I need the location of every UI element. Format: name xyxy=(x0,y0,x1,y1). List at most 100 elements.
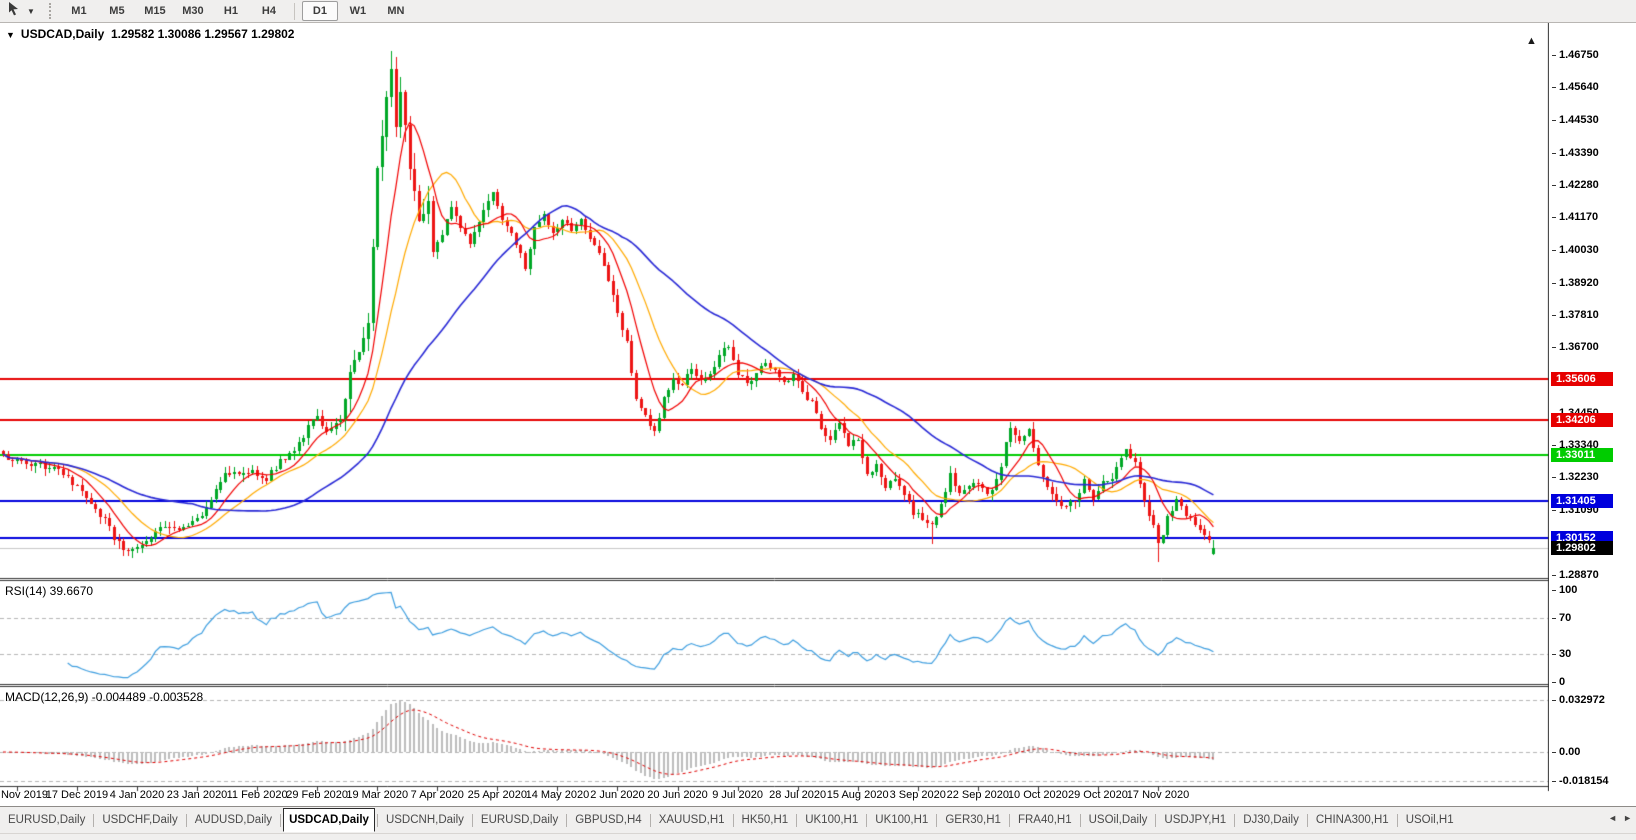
timeframe-button-w1[interactable]: W1 xyxy=(340,1,376,21)
tab-separator xyxy=(471,813,473,827)
macd-tick-label: 0.00 xyxy=(1552,746,1580,758)
price-tick-label: 1.32230 xyxy=(1552,471,1599,483)
date-tick-label: 17 Dec 2019 xyxy=(45,789,109,801)
chart-tab-eurusd-daily[interactable]: EURUSD,Daily xyxy=(475,808,564,832)
chart-tab-usoil-daily[interactable]: USOil,Daily xyxy=(1083,808,1154,832)
rsi-tick-label: 70 xyxy=(1552,612,1571,624)
timeframe-button-m5[interactable]: M5 xyxy=(99,1,135,21)
trading-app-window: ▼ M1 M5 M15 M30 H1 H4 D1 W1 MN ▼ USDCAD,Daily 1.2… xyxy=(0,0,1636,840)
date-tick-label: 3 Sep 2020 xyxy=(889,789,946,801)
price-level-badge: 1.34206 xyxy=(1551,412,1613,427)
price-tick-label: 1.38920 xyxy=(1552,277,1599,289)
rsi-indicator-label: RSI(14) 39.6670 xyxy=(5,584,94,598)
tab-separator xyxy=(936,813,938,827)
date-tick-label: 29 Oct 2020 xyxy=(1067,789,1128,801)
price-tick-label: 1.46750 xyxy=(1552,49,1599,61)
chart-tab-hk50-h1[interactable]: HK50,H1 xyxy=(736,808,795,832)
chart-tab-ger30-h1[interactable]: GER30,H1 xyxy=(939,808,1007,832)
chart-cursor-icon xyxy=(7,1,20,21)
date-tick-label: 29 Feb 2020 xyxy=(286,789,349,801)
chart-tab-audusd-daily[interactable]: AUDUSD,Daily xyxy=(189,808,278,832)
macd-indicator-label: MACD(12,26,9) -0.004489 -0.003528 xyxy=(5,690,204,704)
timeframe-group: M1 M5 M15 M30 H1 H4 D1 W1 MN xyxy=(60,1,415,21)
price-tick-label: 1.28870 xyxy=(1552,569,1599,581)
date-tick-label: 9 Jul 2020 xyxy=(712,789,763,801)
timeframe-button-m30[interactable]: M30 xyxy=(175,1,211,21)
price-level-badge: 1.31405 xyxy=(1551,494,1613,509)
date-tick-label: 2 Jun 2020 xyxy=(590,789,645,801)
tab-separator xyxy=(732,813,734,827)
timeframe-toolbar: ▼ M1 M5 M15 M30 H1 H4 D1 W1 MN xyxy=(0,0,1636,23)
macd-tick-label: 0.032972 xyxy=(1552,694,1605,706)
date-tick-label: 7 Apr 2020 xyxy=(410,789,464,801)
chart-symbol-label: USDCAD,Daily xyxy=(20,27,105,41)
price-level-badge: 1.35606 xyxy=(1551,372,1613,387)
date-tick-label: 20 Jun 2020 xyxy=(647,789,708,801)
date-tick-label: 15 Aug 2020 xyxy=(826,789,889,801)
date-tick-label: 25 Apr 2020 xyxy=(467,789,527,801)
tab-separator xyxy=(1306,813,1308,827)
date-tick-label: 19 Mar 2020 xyxy=(346,789,409,801)
chart-tab-uk100-h1[interactable]: UK100,H1 xyxy=(799,808,864,832)
date-tick-label: 11 Feb 2020 xyxy=(226,789,288,801)
chart-tab-fra40-h1[interactable]: FRA40,H1 xyxy=(1012,808,1078,832)
tab-separator xyxy=(649,813,651,827)
price-level-badge: 1.33011 xyxy=(1551,447,1613,462)
chart-tab-gbpusd-h4[interactable]: GBPUSD,H4 xyxy=(569,808,647,832)
date-tick-label: 28 Jul 2020 xyxy=(769,789,827,801)
tab-separator xyxy=(1396,813,1398,827)
price-axis: 1.46750 1.45640 1.44530 1.43390 1.42280 1.411… xyxy=(1549,23,1636,806)
chart-ohlc-values: 1.29582 1.30086 1.29567 1.29802 xyxy=(110,27,295,41)
chart-tab-xauusd-h1[interactable]: XAUUSD,H1 xyxy=(653,808,731,832)
timeframe-button-h1[interactable]: H1 xyxy=(213,1,249,21)
tab-separator xyxy=(93,813,95,827)
chart-tab-dj30-daily[interactable]: DJ30,Daily xyxy=(1237,808,1305,832)
tab-separator xyxy=(280,813,282,827)
chart-tab-usdcnh-daily[interactable]: USDCNH,Daily xyxy=(380,808,470,832)
price-tick-label: 1.37810 xyxy=(1552,309,1599,321)
collapse-chart-icon[interactable]: ▼ xyxy=(6,30,15,40)
price-tick-label: 1.40030 xyxy=(1552,244,1599,256)
tab-separator xyxy=(1008,813,1010,827)
timeframe-button-d1[interactable]: D1 xyxy=(301,1,338,21)
price-tick-label: 1.36700 xyxy=(1552,341,1599,353)
price-tick-label: 1.41170 xyxy=(1552,211,1598,223)
chart-tabs: EURUSD,Daily USDCHF,Daily AUDUSD,Daily USDC… xyxy=(2,808,1598,832)
chart-window: ▼ USDCAD,Daily 1.29582 1.30086 1.29567 1.… xyxy=(0,23,1636,806)
cursor-tool-caret-icon[interactable]: ▼ xyxy=(23,5,39,18)
date-tick-label: 23 Jan 2020 xyxy=(166,789,228,801)
date-tick-label: 14 May 2020 xyxy=(525,789,590,801)
tab-scroll-right-icon[interactable]: ► xyxy=(1623,813,1632,823)
rsi-tick-label: 30 xyxy=(1552,648,1571,660)
chart-tab-usdjpy-h1[interactable]: USDJPY,H1 xyxy=(1158,808,1232,832)
chart-tab-eurusd-daily[interactable]: EURUSD,Daily xyxy=(2,808,91,832)
chart-tab-china300-h1[interactable]: CHINA300,H1 xyxy=(1310,808,1395,832)
price-level-badge: 1.29802 xyxy=(1551,540,1613,555)
timeframe-button-mn[interactable]: MN xyxy=(378,1,414,21)
macd-tick-label: -0.018154 xyxy=(1552,775,1609,787)
rsi-tick-label: 100 xyxy=(1552,584,1577,596)
date-tick-label: 28 Nov 2019 xyxy=(0,789,49,801)
tab-separator xyxy=(376,813,378,827)
chart-tab-usdcad-daily[interactable]: USDCAD,Daily xyxy=(283,808,375,832)
chart-tab-usoil-h1[interactable]: USOil,H1 xyxy=(1400,808,1460,832)
chart-tab-uk100-h1[interactable]: UK100,H1 xyxy=(869,808,934,832)
timeframe-button-m1[interactable]: M1 xyxy=(61,1,97,21)
tab-separator xyxy=(1079,813,1081,827)
toolbar-grip-handle[interactable] xyxy=(48,3,52,19)
price-tick-label: 1.43390 xyxy=(1552,147,1599,159)
tab-scroll-left-icon[interactable]: ◄ xyxy=(1608,813,1617,823)
chart-tab-usdchf-daily[interactable]: USDCHF,Daily xyxy=(96,808,183,832)
cursor-tool-button[interactable] xyxy=(4,0,23,22)
price-chart-canvas[interactable] xyxy=(0,23,1549,806)
date-tick-label: 4 Jan 2020 xyxy=(109,789,165,801)
timeframe-button-m15[interactable]: M15 xyxy=(137,1,173,21)
date-tick-label: 10 Oct 2020 xyxy=(1007,789,1068,801)
chart-shift-marker-icon[interactable]: ▲ xyxy=(1526,35,1537,47)
price-tick-label: 1.42280 xyxy=(1552,179,1599,191)
rsi-tick-label: 0 xyxy=(1552,676,1565,688)
tab-separator xyxy=(866,813,868,827)
price-tick-label: 1.45640 xyxy=(1552,81,1599,93)
price-tick-label: 1.44530 xyxy=(1552,114,1599,126)
timeframe-button-h4[interactable]: H4 xyxy=(251,1,287,21)
